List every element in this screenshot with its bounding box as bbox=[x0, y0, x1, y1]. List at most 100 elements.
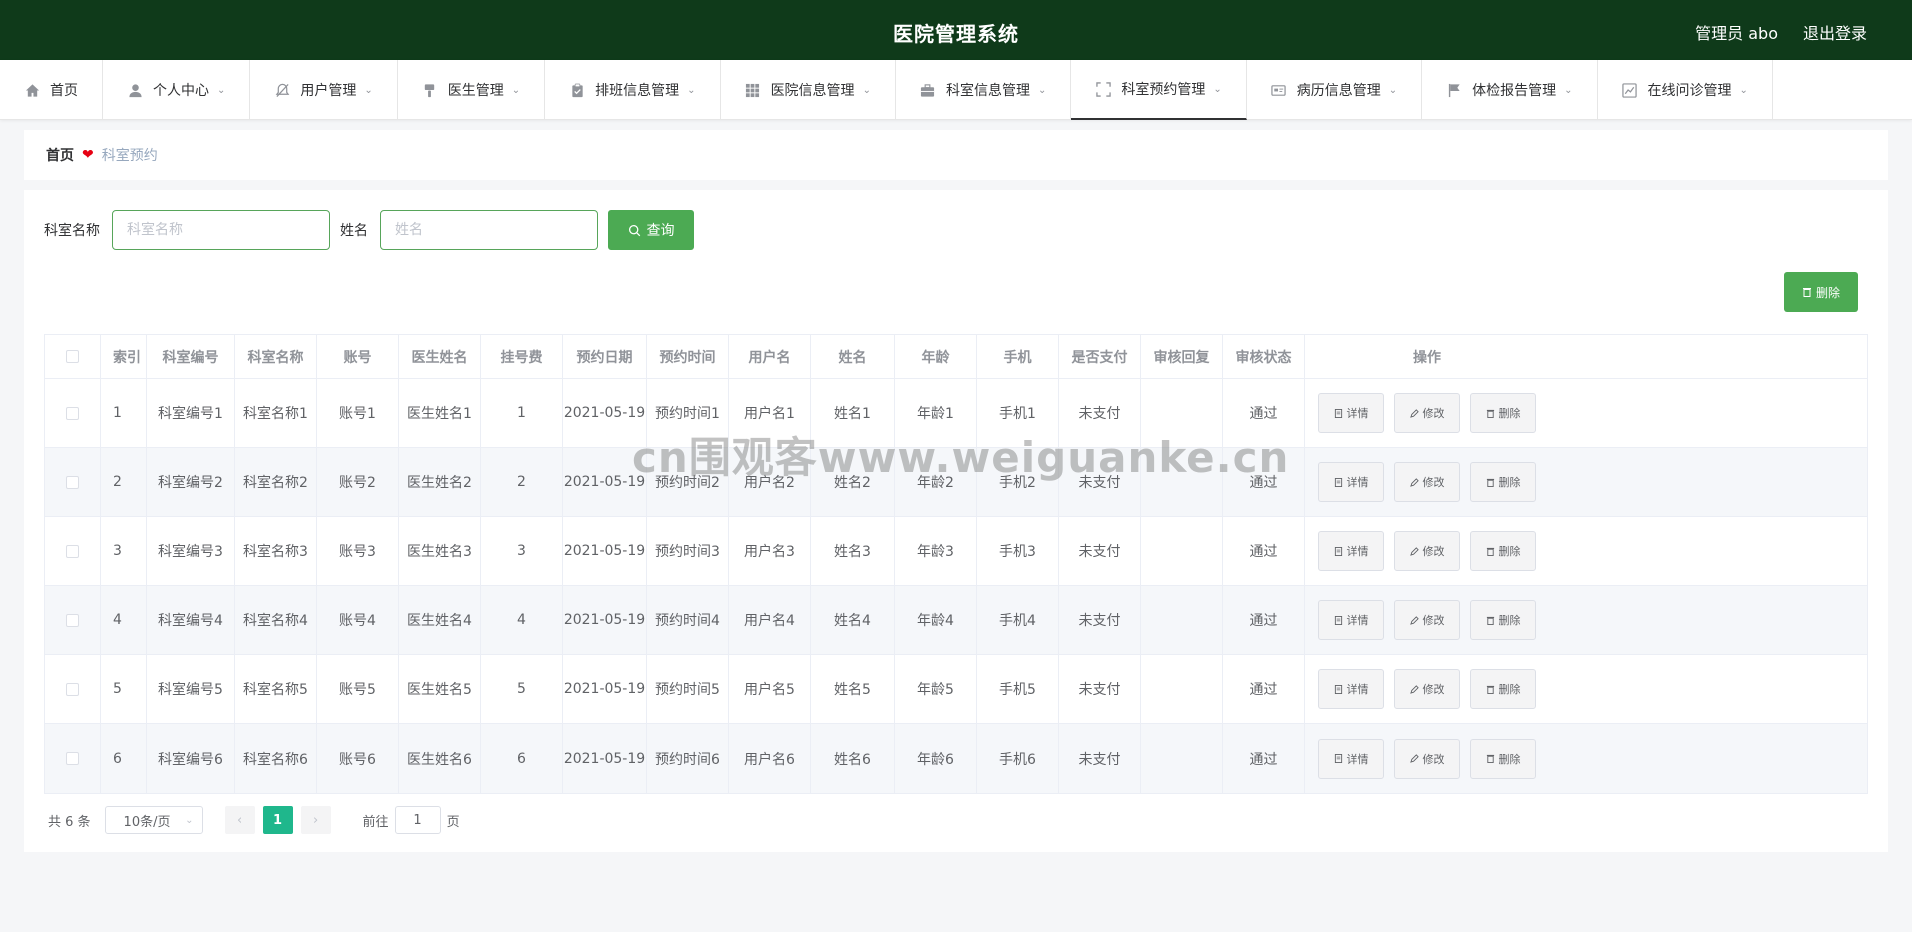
row-checkbox[interactable] bbox=[66, 475, 79, 489]
delete-button[interactable]: 删除 bbox=[1470, 669, 1536, 709]
row-select-cell bbox=[45, 517, 101, 585]
delete-button[interactable]: 删除 bbox=[1470, 393, 1536, 433]
row-actions: 详情 修改 删除 bbox=[1305, 586, 1549, 654]
edit-button[interactable]: 修改 bbox=[1394, 462, 1460, 502]
delete-button[interactable]: 删除 bbox=[1470, 600, 1536, 640]
detail-button-label: 详情 bbox=[1346, 683, 1369, 696]
detail-button-label: 详情 bbox=[1346, 476, 1369, 489]
edit-icon bbox=[1409, 615, 1419, 625]
top-bar: 医院管理系统 管理员 abo 退出登录 bbox=[0, 0, 1912, 60]
row-checkbox[interactable] bbox=[66, 406, 79, 420]
detail-button[interactable]: 详情 bbox=[1318, 669, 1384, 709]
nav-item-1[interactable]: 个人中心 ⌄ bbox=[103, 60, 251, 120]
row-checkbox[interactable] bbox=[66, 682, 79, 696]
dept-name-input[interactable] bbox=[112, 210, 330, 250]
chevron-down-icon: ⌄ bbox=[1213, 83, 1222, 95]
table-cell: 未支付 bbox=[1059, 448, 1141, 516]
column-header: 审核回复 bbox=[1141, 335, 1223, 378]
nav-item-10[interactable]: 在线问诊管理 ⌄ bbox=[1598, 60, 1773, 120]
detail-button[interactable]: 详情 bbox=[1318, 393, 1384, 433]
table-cell: 科室名称6 bbox=[235, 724, 317, 793]
table-cell: 手机6 bbox=[977, 724, 1059, 793]
table-cell: 医生姓名5 bbox=[399, 655, 481, 723]
table-row: 2 科室编号2 科室名称2 账号2 医生姓名2 2 2021-05-19 预约时间2 用户名2 姓… bbox=[45, 448, 1867, 517]
nav-item-6[interactable]: 科室信息管理 ⌄ bbox=[896, 60, 1072, 120]
delete-button[interactable]: 删除 bbox=[1470, 531, 1536, 571]
main-nav: 首页 个人中心 ⌄ 用户管理 ⌄ 医生管理 ⌄ 排班信息管理 ⌄ 医院信息管理 ⌄ 科室信息管理 ⌄ 科室… bbox=[0, 60, 1912, 120]
edit-icon bbox=[1409, 754, 1419, 763]
delete-button[interactable]: 删除 bbox=[1470, 462, 1536, 502]
column-header: 账号 bbox=[317, 335, 399, 378]
row-checkbox[interactable] bbox=[66, 752, 79, 765]
document-icon bbox=[1334, 615, 1342, 625]
query-button[interactable]: 查询 bbox=[608, 210, 694, 250]
edit-button[interactable]: 修改 bbox=[1394, 669, 1460, 709]
name-input[interactable] bbox=[380, 210, 598, 250]
table-cell: 年龄6 bbox=[895, 724, 977, 793]
nav-item-2[interactable]: 用户管理 ⌄ bbox=[250, 60, 398, 120]
nav-item-9[interactable]: 体检报告管理 ⌄ bbox=[1422, 60, 1598, 120]
edit-button[interactable]: 修改 bbox=[1394, 393, 1460, 433]
nav-item-7[interactable]: 科室预约管理 ⌄ bbox=[1071, 60, 1247, 120]
logout-link[interactable]: 退出登录 bbox=[1803, 20, 1867, 44]
edit-button-label: 修改 bbox=[1422, 683, 1445, 696]
table-cell: 通过 bbox=[1223, 724, 1305, 793]
row-actions: 详情 修改 删除 bbox=[1305, 448, 1549, 516]
chevron-down-icon: ⌄ bbox=[511, 84, 521, 96]
row-select-cell bbox=[45, 724, 101, 793]
nav-item-4[interactable]: 排班信息管理 ⌄ bbox=[545, 60, 721, 120]
page-number[interactable]: 1 bbox=[262, 806, 293, 834]
edit-button[interactable]: 修改 bbox=[1394, 738, 1460, 779]
page-size-value: 10条/页 bbox=[123, 814, 171, 830]
nav-item-3[interactable]: 医生管理 ⌄ bbox=[398, 60, 546, 120]
total-count: 共 6 条 bbox=[48, 814, 91, 830]
table-cell: 医生姓名3 bbox=[399, 517, 481, 585]
select-all-checkbox[interactable] bbox=[66, 350, 79, 363]
column-header: 审核状态 bbox=[1223, 335, 1305, 378]
detail-button[interactable]: 详情 bbox=[1318, 462, 1384, 502]
goto-page-input[interactable] bbox=[394, 806, 441, 834]
table-cell: 科室编号4 bbox=[147, 586, 235, 654]
bulk-delete-button[interactable]: 删除 bbox=[1784, 272, 1858, 312]
edit-button[interactable]: 修改 bbox=[1394, 600, 1460, 640]
column-header: 索引 bbox=[101, 335, 147, 378]
row-actions: 详情 修改 删除 bbox=[1305, 379, 1549, 447]
trash-icon bbox=[1486, 685, 1494, 694]
table-cell: 手机4 bbox=[977, 586, 1059, 654]
prev-page-button[interactable]: ‹ bbox=[224, 806, 255, 834]
edit-button[interactable]: 修改 bbox=[1394, 531, 1460, 571]
delete-button[interactable]: 删除 bbox=[1470, 738, 1536, 779]
column-header: 科室名称 bbox=[235, 335, 317, 378]
row-select-cell bbox=[45, 448, 101, 516]
nav-item-5[interactable]: 医院信息管理 ⌄ bbox=[721, 60, 896, 120]
flag-icon bbox=[1446, 82, 1462, 98]
table-cell: 预约时间3 bbox=[647, 517, 729, 585]
column-header: 姓名 bbox=[811, 335, 895, 378]
document-icon bbox=[1334, 477, 1342, 487]
table-cell: 医生姓名6 bbox=[399, 724, 481, 793]
chevron-down-icon: ⌄ bbox=[1388, 84, 1398, 96]
table-cell: 姓名3 bbox=[811, 517, 895, 585]
row-checkbox[interactable] bbox=[66, 613, 79, 627]
detail-button[interactable]: 详情 bbox=[1318, 600, 1384, 640]
table-cell: 用户名6 bbox=[729, 724, 811, 793]
page-size-select[interactable]: 10条/页 ⌄ bbox=[104, 806, 203, 834]
table-cell: 2021-05-19 bbox=[563, 586, 647, 654]
table-cell: 2 bbox=[101, 448, 147, 516]
column-header: 是否支付 bbox=[1059, 335, 1141, 378]
table-row: 5 科室编号5 科室名称5 账号5 医生姓名5 5 2021-05-19 预约时间5 用户名5 姓… bbox=[45, 655, 1867, 724]
table-cell: 科室编号6 bbox=[147, 724, 235, 793]
detail-button[interactable]: 详情 bbox=[1318, 531, 1384, 571]
table-cell: 手机2 bbox=[977, 448, 1059, 516]
detail-button[interactable]: 详情 bbox=[1318, 738, 1384, 779]
nav-item-8[interactable]: 病历信息管理 ⌄ bbox=[1247, 60, 1423, 120]
bell-off-icon bbox=[274, 82, 290, 98]
row-checkbox[interactable] bbox=[66, 544, 79, 558]
breadcrumb-home[interactable]: 首页 bbox=[46, 145, 74, 165]
table-cell: 1 bbox=[481, 379, 563, 447]
column-header: 年龄 bbox=[895, 335, 977, 378]
page-suffix: 页 bbox=[446, 814, 460, 830]
next-page-button[interactable]: › bbox=[300, 806, 331, 834]
select-all-cell bbox=[45, 335, 101, 378]
nav-item-0[interactable]: 首页 bbox=[0, 60, 103, 120]
